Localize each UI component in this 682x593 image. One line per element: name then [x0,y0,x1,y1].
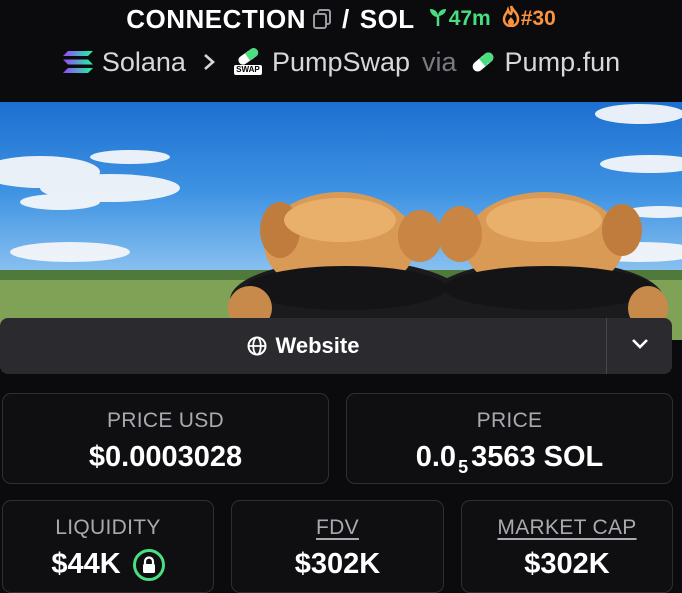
website-label: Website [275,333,360,358]
pumpswap-icon: SWAP [232,47,264,77]
pair-title-row: CONNECTION / SOL 47m #30 [0,2,682,36]
pair-separator: / [342,3,350,34]
liquidity-card: LIQUIDITY $44K [2,500,214,593]
price-usd-label: PRICE USD [106,409,225,432]
more-links-button[interactable] [607,318,672,374]
liquidity-value-row: $44K [51,548,165,581]
pair-age-value: 47m [448,7,491,30]
liquidity-value: $44K [51,548,121,580]
pair-age: 47m [427,5,491,33]
solana-icon [62,50,94,74]
chevron-right-icon [202,47,216,78]
copy-icon[interactable] [312,8,334,30]
breadcrumb: Solana SWAP PumpSwap via Pump.fun [0,44,682,80]
flame-icon [501,5,521,33]
fdv-value: $302K [294,548,381,580]
website-button[interactable]: Website [0,318,606,374]
price-native-label: PRICE [476,409,543,432]
price-native-zero-count: 5 [458,457,469,477]
fdv-card: FDV $302K [231,500,444,593]
price-native-value: 0.0 5 3563 SOL [415,441,604,477]
pair-header: CONNECTION / SOL 47m #30 Solana SWAP Pum… [0,0,682,102]
lock-icon[interactable] [132,548,165,581]
dex-link[interactable]: PumpSwap [272,47,410,78]
market-cap-card: MARKET CAP $302K [461,500,673,593]
price-native-suffix: 3563 SOL [471,441,604,473]
website-bar: Website [0,318,672,374]
pumpswap-badge: SWAP [234,65,262,75]
chain-link[interactable]: Solana [102,47,186,78]
launchpad-link[interactable]: Pump.fun [505,47,621,78]
via-label: via [422,46,457,77]
price-usd-card: PRICE USD $0.0003028 [2,393,329,484]
liquidity-label: LIQUIDITY [55,516,161,539]
chevron-down-icon [631,337,649,355]
price-native-card: PRICE 0.0 5 3563 SOL [346,393,673,484]
token-symbol: CONNECTION [126,3,306,34]
market-cap-value: $302K [524,548,610,580]
token-banner-image [0,102,682,340]
price-usd-value: $0.0003028 [88,441,243,473]
globe-icon [247,336,267,356]
sprout-icon [427,5,449,33]
quote-symbol: SOL [359,3,415,34]
fdv-label[interactable]: FDV [316,516,359,540]
market-cap-label[interactable]: MARKET CAP [497,516,636,540]
trending-rank[interactable]: #30 [501,5,556,33]
price-native-prefix: 0.0 [415,441,457,473]
pill-icon [469,49,497,75]
trending-rank-value: #30 [520,7,556,30]
